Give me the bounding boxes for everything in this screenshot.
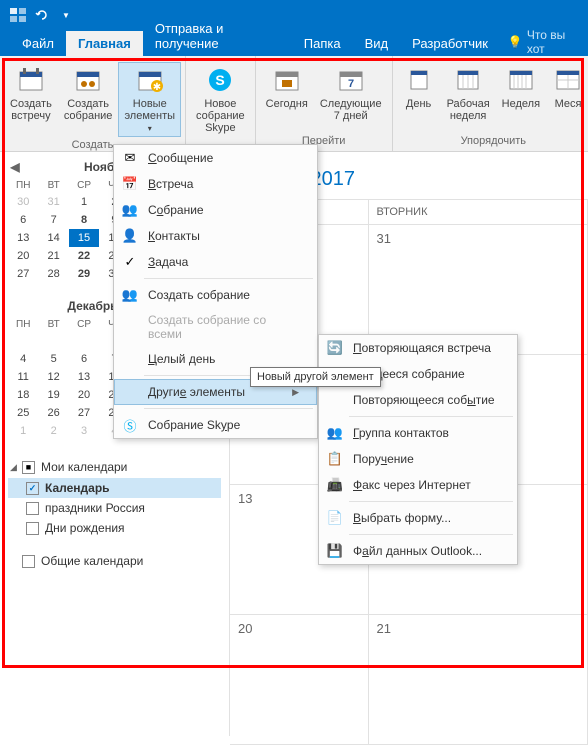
checkbox[interactable] <box>26 502 39 515</box>
svg-text:✱: ✱ <box>153 82 161 93</box>
skype-meeting-button[interactable]: S Новое собрание Skype <box>190 62 251 145</box>
today-icon <box>271 64 303 96</box>
new-items-menu: ✉ Сообщение 📅 Встреча 👥 Собрание 👤 Конта… <box>113 144 318 439</box>
menu-contact[interactable]: 👤 Контакты <box>114 223 317 249</box>
outlook-icon[interactable] <box>6 3 30 27</box>
skype-icon: Ⓢ <box>120 417 140 433</box>
submenu-recurring-event[interactable]: Повторяющееся событие <box>319 387 517 413</box>
col-header: ВТОРНИК <box>369 200 588 224</box>
birthdays-item[interactable]: Дни рождения <box>8 518 221 538</box>
7days-icon: 7 <box>335 64 367 96</box>
today-button[interactable]: Сегодня <box>260 62 314 133</box>
submenu-recurring-appointment[interactable]: 🔄 Повторяющаяся встреча <box>319 335 517 361</box>
menu-message[interactable]: ✉ Сообщение <box>114 145 317 171</box>
task-icon: ✓ <box>120 254 140 270</box>
expand-icon: ◢ <box>10 462 22 473</box>
tooltip: Новый другой элемент <box>250 367 381 387</box>
fax-icon: 📠 <box>325 477 345 493</box>
prev-month-icon[interactable]: ◀ <box>8 160 22 174</box>
checkbox[interactable] <box>26 522 39 535</box>
redo-dropdown-icon[interactable]: ▼ <box>54 3 78 27</box>
new-items-icon: ✱ <box>134 64 166 96</box>
holidays-item[interactable]: праздники Россия <box>8 498 221 518</box>
tab-sendreceive[interactable]: Отправка и получение <box>143 16 292 56</box>
new-meeting-button[interactable]: Создать собрание <box>58 62 119 137</box>
skype-icon: S <box>204 64 236 96</box>
ribbon-group-skype: S Новое собрание Skype <box>186 56 256 151</box>
day-icon <box>403 64 435 96</box>
month-icon <box>552 64 584 96</box>
undo-icon[interactable] <box>30 3 54 27</box>
new-items-button[interactable]: ✱ Новые элементы ▾ <box>118 62 181 137</box>
title-bar: ▼ <box>0 0 588 30</box>
shared-calendars-group[interactable]: Общие календари <box>8 550 221 572</box>
group-icon: 👥 <box>325 425 345 441</box>
calendar-cell[interactable]: 21 <box>369 615 588 744</box>
tab-file[interactable]: Файл <box>10 31 66 56</box>
tab-folder[interactable]: Папка <box>292 31 353 56</box>
menu-meeting[interactable]: 👥 Собрание <box>114 197 317 223</box>
checkbox[interactable]: ✓ <box>26 482 39 495</box>
submenu-choose-form[interactable]: 📄 Выбрать форму... <box>319 505 517 531</box>
svg-text:7: 7 <box>348 78 354 90</box>
submenu-task-request[interactable]: 📋 Поручение <box>319 446 517 472</box>
new-appointment-button[interactable]: Создать встречу <box>4 62 58 137</box>
svg-text:S: S <box>216 72 225 88</box>
menu-task[interactable]: ✓ Задача <box>114 249 317 275</box>
tab-bar: Файл Главная Отправка и получение Папка … <box>0 30 588 56</box>
calendar-item[interactable]: ✓ Календарь <box>8 478 221 498</box>
workweek-icon <box>452 64 484 96</box>
mail-icon: ✉ <box>120 150 140 166</box>
menu-appointment[interactable]: 📅 Встреча <box>114 171 317 197</box>
checkbox[interactable] <box>22 555 35 568</box>
ribbon-group-arrange: День Рабочая неделя Неделя Меся Упорядоч… <box>393 56 588 151</box>
calendar-cell[interactable]: 20 <box>230 615 369 744</box>
menu-skype-meeting[interactable]: Ⓢ Собрание Skype <box>114 412 317 438</box>
tell-me[interactable]: 💡Что вы хот <box>500 28 588 56</box>
chevron-right-icon: ▶ <box>292 387 299 398</box>
recurring-icon: 🔄 <box>325 340 345 356</box>
bulb-icon: 💡 <box>508 35 523 49</box>
week-button[interactable]: Неделя <box>496 62 546 133</box>
appointment-icon <box>15 64 47 96</box>
datafile-icon: 💾 <box>325 543 345 559</box>
day-button[interactable]: День <box>397 62 441 133</box>
calendar-icon: 📅 <box>120 176 140 192</box>
month-button[interactable]: Меся <box>546 62 588 133</box>
tab-developer[interactable]: Разработчик <box>400 31 500 56</box>
tab-view[interactable]: Вид <box>353 31 401 56</box>
submenu-data-file[interactable]: 💾 Файл данных Outlook... <box>319 538 517 564</box>
ribbon-group-goto: Сегодня 7 Следующие 7 дней Перейти <box>256 56 393 151</box>
meeting-icon: 👥 <box>120 287 140 303</box>
submenu-contact-group[interactable]: 👥 Группа контактов <box>319 420 517 446</box>
my-calendars-group[interactable]: ◢ ■ Мои календари <box>8 456 221 478</box>
ribbon: Создать встречу Создать собрание ✱ Новые… <box>0 56 588 152</box>
chevron-down-icon: ▾ <box>148 124 152 133</box>
calendar-tree: ◢ ■ Мои календари ✓ Календарь праздники … <box>8 456 221 572</box>
tab-home[interactable]: Главная <box>66 31 143 56</box>
menu-create-meeting-all: Создать собрание со всеми <box>114 308 317 346</box>
menu-create-meeting[interactable]: 👥 Создать собрание <box>114 282 317 308</box>
submenu-fax[interactable]: 📠 Факс через Интернет <box>319 472 517 498</box>
ribbon-group-create: Создать встречу Создать собрание ✱ Новые… <box>0 56 186 151</box>
task-icon: 📋 <box>325 451 345 467</box>
meeting-icon <box>72 64 104 96</box>
contact-icon: 👤 <box>120 228 140 244</box>
workweek-button[interactable]: Рабочая неделя <box>441 62 496 133</box>
form-icon: 📄 <box>325 510 345 526</box>
checkbox[interactable]: ■ <box>22 461 35 474</box>
next7days-button[interactable]: 7 Следующие 7 дней <box>314 62 388 133</box>
meeting-icon: 👥 <box>120 202 140 218</box>
week-icon <box>505 64 537 96</box>
